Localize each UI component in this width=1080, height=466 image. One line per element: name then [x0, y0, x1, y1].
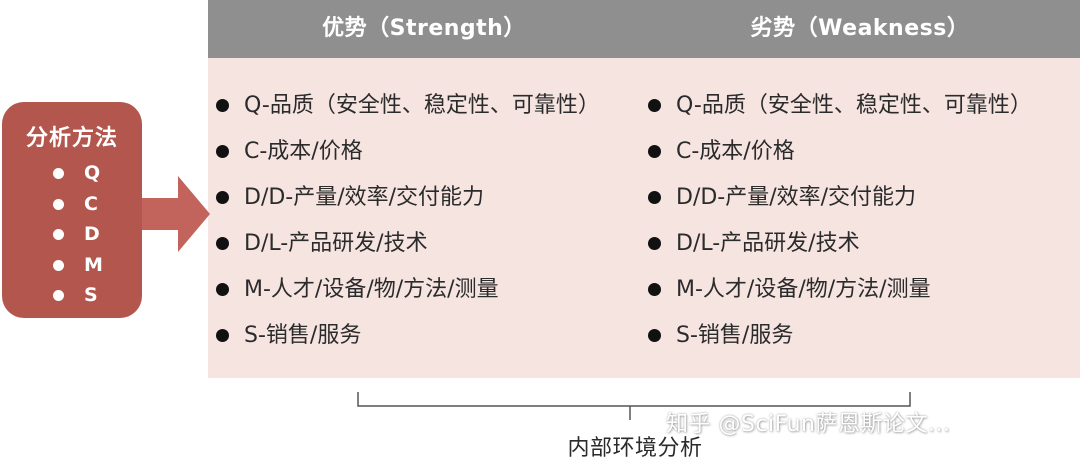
strength-item: Q-品质（安全性、稳定性、可靠性） — [214, 80, 644, 126]
method-list: Q C D M S — [50, 158, 103, 311]
weakness-item-text: D/L-产品研发/技术 — [676, 231, 860, 256]
method-item: C — [50, 189, 103, 220]
analysis-method-box: 分析方法 Q C D M S — [2, 102, 142, 318]
method-title: 分析方法 — [25, 126, 118, 151]
bullet-icon — [53, 259, 64, 271]
bullet-icon — [648, 329, 661, 342]
weakness-item: D/D-产量/效率/交付能力 — [646, 172, 1080, 218]
strength-item: M-人才/设备/物/方法/测量 — [214, 264, 644, 310]
bullet-icon — [53, 198, 64, 210]
method-item: M — [50, 250, 103, 281]
bullet-icon — [216, 283, 229, 296]
method-item: Q — [50, 158, 103, 189]
header-bar: 优势（Strength） 劣势（Weakness） — [208, 0, 1080, 58]
method-item-text: C — [84, 192, 98, 215]
bullet-icon — [648, 283, 661, 296]
weakness-list: Q-品质（安全性、稳定性、可靠性） C-成本/价格 D/D-产量/效率/交付能力… — [646, 80, 1080, 356]
content-panel: Q-品质（安全性、稳定性、可靠性） C-成本/价格 D/D-产量/效率/交付能力… — [208, 58, 1080, 378]
bullet-icon — [216, 145, 229, 158]
weakness-item: D/L-产品研发/技术 — [646, 218, 1080, 264]
bullet-icon — [216, 99, 229, 112]
weakness-item-text: D/D-产量/效率/交付能力 — [676, 185, 917, 210]
weakness-item: M-人才/设备/物/方法/测量 — [646, 264, 1080, 310]
strength-item-text: M-人才/设备/物/方法/测量 — [244, 277, 499, 302]
internal-analysis-label: 内部环境分析 — [567, 436, 703, 461]
strength-item-text: C-成本/价格 — [244, 139, 363, 164]
method-item: S — [50, 280, 103, 311]
bullet-icon — [648, 99, 661, 112]
strength-item: D/D-产量/效率/交付能力 — [214, 172, 644, 218]
bullet-icon — [648, 237, 661, 250]
strength-item-text: S-销售/服务 — [244, 323, 362, 348]
right-arrow-icon — [142, 176, 210, 252]
bullet-icon — [53, 168, 64, 179]
swot-internal-diagram: 优势（Strength） 劣势（Weakness） Q-品质（安全性、稳定性、可… — [0, 0, 1080, 466]
method-item-text: S — [84, 284, 98, 306]
weakness-item-text: Q-品质（安全性、稳定性、可靠性） — [676, 93, 1032, 118]
strength-item: D/L-产品研发/技术 — [214, 218, 644, 264]
weakness-item: S-销售/服务 — [646, 310, 1080, 356]
bullet-icon — [216, 237, 229, 250]
method-item-text: M — [84, 253, 103, 276]
bullet-icon — [216, 329, 229, 342]
bullet-icon — [648, 145, 661, 158]
strength-item-text: D/D-产量/效率/交付能力 — [244, 185, 485, 210]
strength-item-text: D/L-产品研发/技术 — [244, 231, 428, 256]
weakness-item-text: S-销售/服务 — [676, 323, 794, 348]
method-item: D — [50, 219, 103, 250]
strength-item-text: Q-品质（安全性、稳定性、可靠性） — [244, 93, 600, 118]
bullet-icon — [216, 191, 229, 204]
weakness-item-text: C-成本/价格 — [676, 139, 795, 164]
strength-header: 优势（Strength） — [322, 16, 526, 41]
weakness-header: 劣势（Weakness） — [750, 16, 970, 41]
strength-item: S-销售/服务 — [214, 310, 644, 356]
method-item-text: Q — [84, 162, 101, 184]
bullet-icon — [53, 229, 64, 240]
strength-item: C-成本/价格 — [214, 126, 644, 172]
weakness-item: Q-品质（安全性、稳定性、可靠性） — [646, 80, 1080, 126]
method-item-text: D — [84, 223, 100, 245]
strength-list: Q-品质（安全性、稳定性、可靠性） C-成本/价格 D/D-产量/效率/交付能力… — [214, 80, 644, 356]
weakness-item: C-成本/价格 — [646, 126, 1080, 172]
weakness-item-text: M-人才/设备/物/方法/测量 — [676, 277, 931, 302]
bullet-icon — [53, 290, 64, 301]
bullet-icon — [648, 191, 661, 204]
